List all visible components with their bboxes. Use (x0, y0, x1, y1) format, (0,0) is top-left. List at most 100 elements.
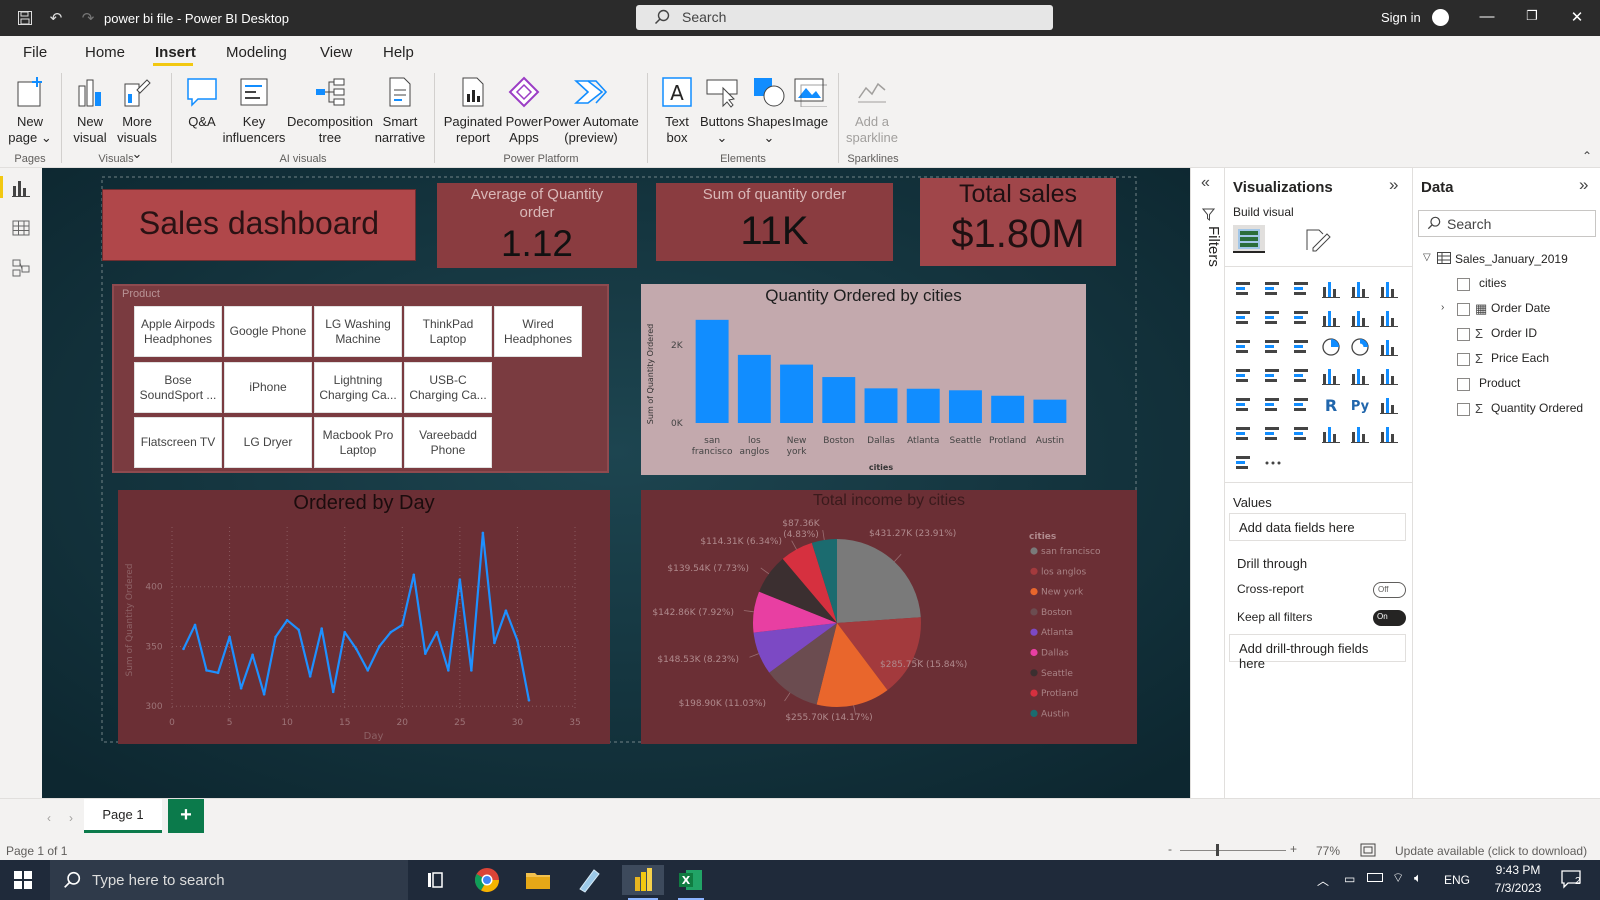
line-clustered-icon[interactable] (1349, 307, 1371, 329)
report-canvas[interactable]: Sales dashboard Average of Quantity orde… (42, 168, 1190, 798)
file-explorer-icon[interactable] (523, 865, 553, 895)
line-point[interactable] (527, 698, 531, 702)
line-point[interactable] (182, 647, 185, 651)
card-total-sales[interactable]: Total sales $1.80M (920, 178, 1116, 266)
pie-legend-marker[interactable] (1030, 689, 1038, 697)
slicer-item[interactable]: Macbook Pro Laptop (314, 417, 402, 468)
collapse-data-icon[interactable]: » (1579, 175, 1588, 195)
update-notice[interactable]: Update available (click to download) (1395, 844, 1587, 858)
bar-san-francisco[interactable] (695, 319, 729, 423)
bar-new-york[interactable] (780, 364, 814, 423)
line-point[interactable] (516, 639, 519, 642)
bar-dallas[interactable] (864, 388, 898, 423)
pie-legend-label[interactable]: Seattle (1041, 669, 1073, 679)
text-box-button[interactable]: A Text box (654, 74, 700, 146)
line-point[interactable] (470, 669, 473, 672)
pie-legend-label[interactable]: san francisco (1041, 547, 1101, 557)
field-name[interactable]: Product (1479, 376, 1520, 390)
field-name[interactable]: Price Each (1491, 351, 1549, 365)
menu-home[interactable]: Home (85, 44, 125, 61)
field-checkbox[interactable] (1457, 403, 1470, 416)
key-influencers-button[interactable]: Key influencers (222, 74, 286, 146)
keep-filters-toggle[interactable]: On (1373, 610, 1406, 626)
tray-device-icon[interactable]: ▭ (1344, 872, 1355, 886)
expand-filters-icon[interactable]: « (1201, 174, 1210, 192)
cross-report-toggle[interactable]: Off (1373, 582, 1406, 598)
line-point[interactable] (308, 675, 312, 678)
power-apps-icon[interactable] (1378, 423, 1400, 445)
kpi-icon[interactable] (1378, 365, 1400, 387)
line-point[interactable] (216, 671, 220, 675)
income-by-cities-chart[interactable]: Total income by cities $431.27K (23.91%)… (641, 490, 1137, 744)
line-point[interactable] (193, 623, 197, 627)
table-view-icon[interactable] (11, 218, 31, 238)
clustered-column-icon[interactable] (1320, 278, 1342, 300)
menu-help[interactable]: Help (383, 44, 414, 61)
slicer-item[interactable]: Flatscreen TV (134, 417, 222, 468)
card-avg-quantity[interactable]: Average of Quantity order 1.12 (437, 183, 637, 268)
field-checkbox[interactable] (1457, 278, 1470, 291)
dashboard-title-tile[interactable]: Sales dashboard (102, 189, 416, 261)
slicer-item[interactable]: Apple Airpods Headphones (134, 306, 222, 357)
menu-file[interactable]: File (23, 44, 47, 61)
prev-page-icon[interactable]: ‹ (47, 811, 51, 825)
line-point[interactable] (205, 669, 208, 672)
line-chart-icon[interactable] (1233, 307, 1255, 329)
pie-legend-label[interactable]: los anglos (1041, 567, 1086, 577)
pie-slice-san-francisco[interactable] (837, 539, 921, 623)
line-point[interactable] (435, 630, 439, 634)
line-series[interactable] (182, 531, 531, 701)
power-bi-taskbar-icon[interactable] (622, 865, 664, 895)
menu-insert[interactable]: Insert (155, 44, 196, 61)
smart-narrative-button[interactable]: Smart narrative (372, 74, 428, 146)
qa-button[interactable]: Q&A (180, 74, 224, 130)
power-automate-icon[interactable] (1233, 452, 1255, 474)
slicer-item[interactable]: Bose SoundSport ... (134, 362, 222, 413)
language-indicator[interactable]: ENG (1444, 873, 1470, 887)
line-point[interactable] (504, 609, 508, 612)
top-search-box[interactable]: Search (636, 5, 1053, 30)
add-sparkline-button[interactable]: Add a sparkline (842, 74, 902, 146)
slicer-item[interactable]: Wired Headphones (494, 306, 582, 357)
filled-map-icon[interactable] (1262, 365, 1284, 387)
notes-app-icon[interactable] (574, 865, 604, 895)
restore-icon[interactable]: ❐ (1522, 8, 1542, 28)
new-page-button[interactable]: New page ⌄ (6, 74, 54, 146)
buttons-button[interactable]: Buttons ⌄ (698, 74, 746, 146)
filters-label[interactable]: Filters (1194, 226, 1222, 286)
r-visual-icon[interactable]: R (1320, 394, 1342, 416)
model-view-icon[interactable] (11, 258, 31, 278)
save-icon[interactable] (13, 6, 37, 30)
pie-legend-marker[interactable] (1030, 628, 1038, 636)
values-well[interactable]: Add data fields here (1229, 513, 1406, 541)
card-sum-quantity[interactable]: Sum of quantity order 11K (656, 183, 893, 261)
avatar[interactable] (1432, 9, 1449, 26)
slicer-item[interactable]: USB-C Charging Ca... (404, 362, 492, 413)
card-icon[interactable] (1320, 365, 1342, 387)
map-icon[interactable] (1233, 365, 1255, 387)
data-search-input[interactable]: Search (1418, 210, 1596, 237)
page-tab-1[interactable]: Page 1 (84, 799, 162, 833)
more-visuals-button[interactable]: More visuals ⌄ (112, 74, 162, 162)
slicer-item[interactable]: Lightning Charging Ca... (314, 362, 402, 413)
pie-legend-marker[interactable] (1030, 547, 1038, 555)
collapse-visualizations-icon[interactable]: » (1389, 175, 1398, 195)
line-point[interactable] (343, 630, 347, 634)
pie-legend-label[interactable]: Atlanta (1041, 628, 1073, 638)
line-point[interactable] (400, 623, 404, 627)
bar-seattle[interactable] (948, 390, 982, 423)
slicer-item[interactable]: ThinkPad Laptop (404, 306, 492, 357)
power-apps-button[interactable]: Power Apps (502, 74, 546, 146)
line-point[interactable] (297, 628, 300, 632)
table-name[interactable]: Sales_January_2019 (1455, 252, 1568, 266)
redo-icon[interactable]: ↷ (76, 6, 100, 30)
new-visual-button[interactable]: New visual (68, 74, 112, 146)
image-button[interactable]: Image (788, 74, 832, 130)
line-column-icon[interactable] (1320, 307, 1342, 329)
scatter-icon[interactable] (1291, 336, 1313, 358)
clock-date[interactable]: 7/3/2023 (1480, 881, 1556, 895)
menu-view[interactable]: View (320, 44, 352, 61)
more-visuals-icon[interactable] (1262, 452, 1284, 474)
bar-protland[interactable] (991, 395, 1025, 423)
field-checkbox[interactable] (1457, 303, 1470, 316)
